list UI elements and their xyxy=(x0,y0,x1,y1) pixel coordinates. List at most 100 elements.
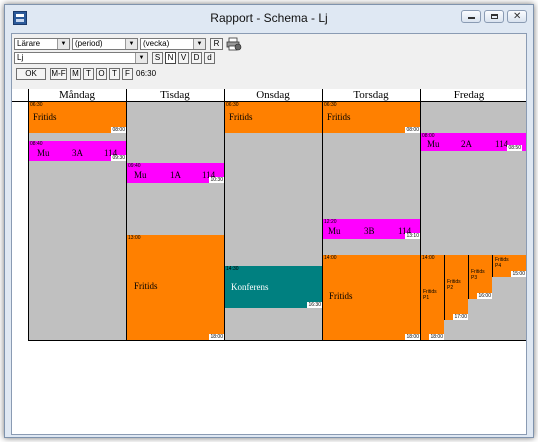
period-select[interactable]: (period) ▼ xyxy=(72,38,138,50)
minimize-button[interactable] xyxy=(461,10,481,23)
event-start-time: 08:40 xyxy=(30,141,43,147)
title-bar[interactable]: Rapport - Schema - Lj ✕ xyxy=(5,5,533,33)
window-title: Rapport - Schema - Lj xyxy=(210,11,328,25)
chevron-down-icon: ▼ xyxy=(193,39,205,49)
event-friday-fritids-p1[interactable]: 14:00 Fritids P1 18:00 xyxy=(420,255,444,340)
grid-bottom-line xyxy=(28,340,526,341)
event-label: Fritids xyxy=(329,291,353,301)
event-subject: Mu xyxy=(134,170,147,180)
event-friday-fritids-p3[interactable]: Fritids P3 16:00 xyxy=(468,255,492,299)
event-sub: P1 xyxy=(423,295,430,301)
event-start-time: 14:00 xyxy=(422,255,435,261)
maximize-button[interactable] xyxy=(484,10,504,23)
print-icon-button[interactable] xyxy=(226,37,242,51)
event-group: 3A xyxy=(72,148,83,158)
event-monday-fritids[interactable]: 06:30 Fritids 08:00 xyxy=(28,102,126,133)
n-button[interactable]: N xyxy=(165,52,176,64)
client-area: Lärare ▼ (period) ▼ (vecka) ▼ R Lj ▼ S N… xyxy=(11,33,527,435)
event-sub: P2 xyxy=(447,285,454,291)
week-select-value: (vecka) xyxy=(143,39,170,48)
event-end-time: 10:30 xyxy=(209,177,224,183)
event-thursday-fritids-morning[interactable]: 06:30 Fritids 08:00 xyxy=(322,102,420,133)
r-button[interactable]: R xyxy=(210,38,223,50)
event-label: Fritids xyxy=(327,112,351,122)
week-select[interactable]: (vecka) ▼ xyxy=(140,38,206,50)
event-start-time: 06:30 xyxy=(226,102,239,108)
event-end-time: 16:30 xyxy=(307,302,322,308)
d-button[interactable]: D xyxy=(191,52,202,64)
event-end-time: 09:30 xyxy=(111,155,126,161)
schedule-grid: Måndag Tisdag Onsdag Torsdag Fredag 06:3… xyxy=(12,89,526,434)
event-subject: Mu xyxy=(427,139,440,149)
event-end-time: 13:10 xyxy=(405,233,420,239)
event-label: Fritids xyxy=(229,112,253,122)
event-thursday-mu-3b[interactable]: 12:20 Mu 3B 114 13:10 xyxy=(322,219,420,239)
event-friday-mu-2a[interactable]: 08:00 Mu 2A 114 08:50 xyxy=(420,133,526,151)
event-start-time: 06:30 xyxy=(324,102,337,108)
start-time-label: 06:30 xyxy=(136,69,157,78)
grid-line xyxy=(420,89,421,340)
event-start-time: 13:00 xyxy=(128,235,141,241)
report-window: Rapport - Schema - Lj ✕ Lärare ▼ (period… xyxy=(4,4,534,438)
grid-line xyxy=(224,89,225,340)
close-icon: ✕ xyxy=(513,11,522,22)
event-tuesday-fritids[interactable]: 13:00 Fritids 18:00 xyxy=(126,235,224,340)
ok-button[interactable]: OK xyxy=(16,68,46,80)
event-end-time: 17:00 xyxy=(453,314,468,320)
s-button[interactable]: S xyxy=(152,52,163,64)
left-margin xyxy=(12,89,28,434)
day-header-friday: Fredag xyxy=(453,89,485,101)
person-select-value: Lj xyxy=(17,53,24,62)
type-select[interactable]: Lärare ▼ xyxy=(14,38,70,50)
maximize-icon xyxy=(491,14,498,19)
event-friday-fritids-p4[interactable]: Fritids P4 15:00 xyxy=(492,255,526,277)
event-group: 1A xyxy=(170,170,181,180)
tuesday-button[interactable]: T xyxy=(83,68,94,80)
event-thursday-fritids[interactable]: 14:00 Fritids 18:00 xyxy=(322,255,420,340)
person-select[interactable]: Lj ▼ xyxy=(14,52,148,64)
event-label: Fritids xyxy=(33,112,57,122)
event-start-time: 09:40 xyxy=(128,163,141,169)
event-monday-mu-3a[interactable]: 08:40 Mu 3A 114 09:30 xyxy=(28,141,126,161)
event-tuesday-mu-1a[interactable]: 09:40 Mu 1A 114 10:30 xyxy=(126,163,224,183)
day-header-thursday: Torsdag xyxy=(353,89,389,101)
event-wednesday-konferens[interactable]: 14:30 Konferens 16:30 xyxy=(224,266,322,308)
event-subject: Mu xyxy=(328,226,341,236)
event-label: Konferens xyxy=(231,282,269,292)
day-column-monday[interactable] xyxy=(28,102,126,340)
grid-line xyxy=(126,89,127,340)
event-end-time: 16:00 xyxy=(477,293,492,299)
printer-icon xyxy=(226,37,242,51)
event-end-time: 08:00 xyxy=(405,127,420,133)
day-header-monday: Måndag xyxy=(58,89,96,101)
thursday-button[interactable]: T xyxy=(109,68,120,80)
grid-line xyxy=(322,89,323,340)
toolbar: Lärare ▼ (period) ▼ (vecka) ▼ R Lj ▼ S N… xyxy=(12,34,526,89)
event-sub: P3 xyxy=(471,275,478,281)
chevron-down-icon: ▼ xyxy=(135,53,147,63)
day-header-wednesday: Onsdag xyxy=(256,89,290,101)
wednesday-button[interactable]: O xyxy=(96,68,107,80)
event-room: 114 xyxy=(495,139,509,149)
chevron-down-icon: ▼ xyxy=(125,39,137,49)
event-end-time: 08:00 xyxy=(111,127,126,133)
event-wednesday-fritids[interactable]: 06:30 Fritids xyxy=(224,102,322,133)
type-select-value: Lärare xyxy=(17,39,41,48)
friday-button[interactable]: F xyxy=(122,68,133,80)
event-subject: Mu xyxy=(37,148,50,158)
close-button[interactable]: ✕ xyxy=(507,10,527,23)
event-end-time: 08:50 xyxy=(507,145,522,151)
event-sub: P4 xyxy=(495,263,502,269)
v-button[interactable]: V xyxy=(178,52,189,64)
event-friday-fritids-p2[interactable]: Fritids P2 17:00 xyxy=(444,255,468,320)
event-end-time: 15:00 xyxy=(511,271,526,277)
event-start-time: 12:20 xyxy=(324,219,337,225)
event-start-time: 06:30 xyxy=(30,102,43,108)
d-lower-button[interactable]: d xyxy=(204,52,215,64)
event-start-time: 14:00 xyxy=(324,255,337,261)
event-group: 3B xyxy=(364,226,375,236)
monday-button[interactable]: M xyxy=(70,68,81,80)
mon-fri-button[interactable]: M-F xyxy=(50,68,67,80)
minimize-icon xyxy=(468,17,475,19)
grid-line xyxy=(28,89,29,340)
